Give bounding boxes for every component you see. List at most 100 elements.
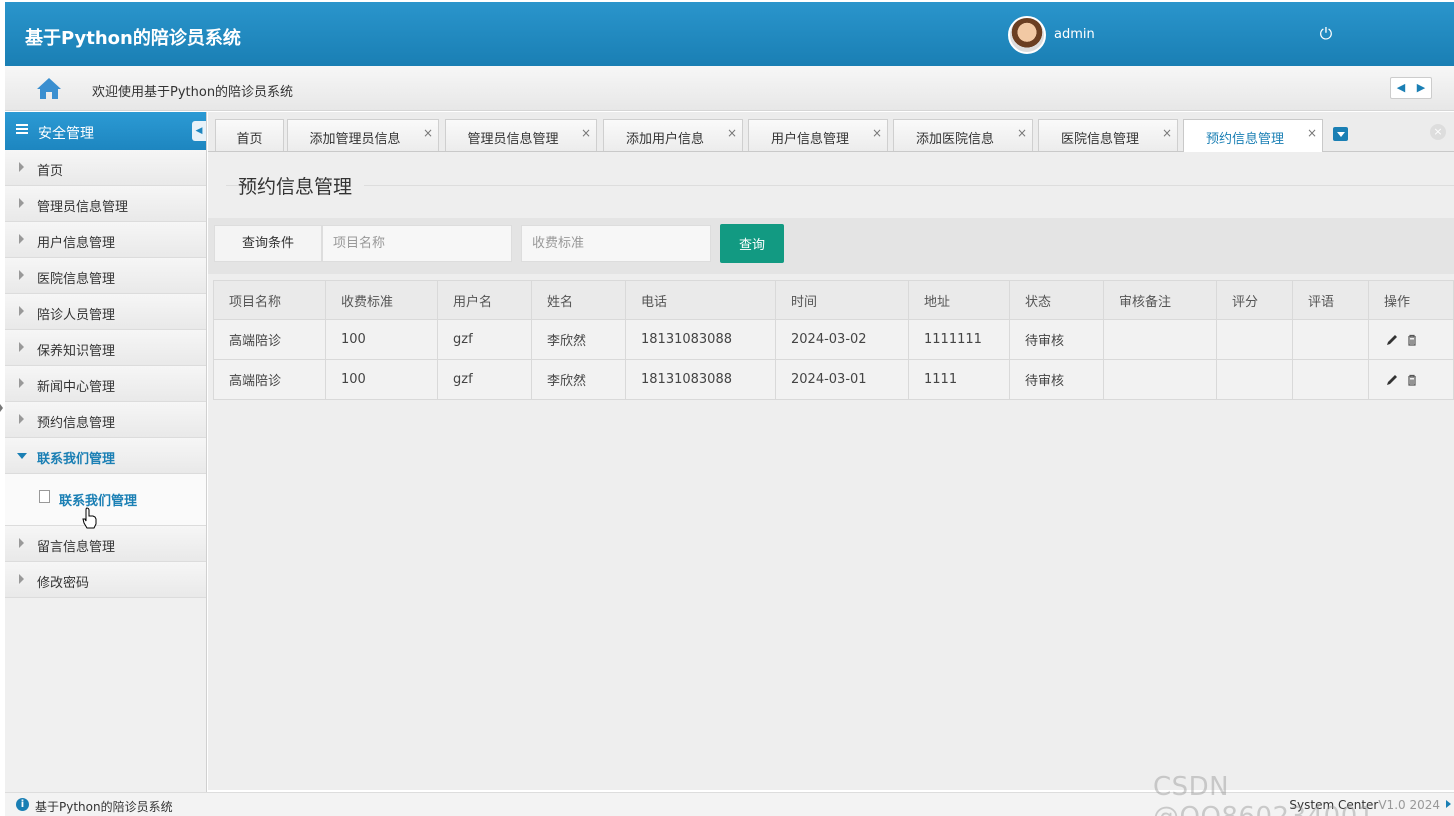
- close-icon[interactable]: ×: [872, 126, 882, 140]
- column-header[interactable]: 审核备注: [1103, 280, 1217, 320]
- tab-admin-manage[interactable]: 管理员信息管理 ×: [445, 119, 597, 151]
- sidebar-item-care-knowledge[interactable]: 保养知识管理: [5, 330, 206, 366]
- tab-dropdown-icon[interactable]: [1333, 127, 1348, 141]
- sidebar-item-label: 保养知识管理: [37, 344, 116, 359]
- list-icon: [16, 124, 28, 136]
- table-row[interactable]: 高端陪诊 100 gzf 李欣然 18131083088 2024-03-02 …: [213, 319, 1454, 360]
- sidebar-item-label: 用户信息管理: [37, 236, 116, 251]
- sidebar-item-password[interactable]: 修改密码: [5, 562, 206, 598]
- sidebar-subitem-contact[interactable]: 联系我们管理: [5, 474, 206, 526]
- table-cell: gzf: [437, 319, 532, 360]
- chevron-left-icon[interactable]: ◀: [1391, 78, 1411, 98]
- main-content: 预约信息管理 查询条件 查询 项目名称 收费标准 用户名 姓名 电话 时间 地址…: [208, 152, 1454, 790]
- sidebar-item-hospitals[interactable]: 医院信息管理: [5, 258, 206, 294]
- collapse-sidebar-icon[interactable]: ◀: [192, 121, 206, 141]
- close-icon[interactable]: ×: [1017, 126, 1027, 140]
- sidebar-item-appointments[interactable]: 预约信息管理: [5, 402, 206, 438]
- nav-arrows: ◀ ▶: [1390, 77, 1432, 99]
- table-cell: 待审核: [1009, 319, 1104, 360]
- table-cell: 李欣然: [531, 359, 626, 400]
- sidebar-item-label: 联系我们管理: [37, 452, 116, 467]
- table-cell: [1216, 359, 1293, 400]
- actions-cell: [1368, 319, 1454, 360]
- trash-icon[interactable]: [1405, 373, 1419, 387]
- tab-add-user[interactable]: 添加用户信息 ×: [603, 119, 743, 151]
- edit-icon[interactable]: [1385, 373, 1399, 387]
- caret-right-icon: [19, 342, 24, 352]
- edit-icon[interactable]: [1385, 333, 1399, 347]
- close-icon[interactable]: ×: [1307, 126, 1317, 140]
- column-header[interactable]: 项目名称: [213, 280, 326, 320]
- tab-user-manage[interactable]: 用户信息管理 ×: [748, 119, 888, 151]
- sidebar-item-label: 陪诊人员管理: [37, 308, 116, 323]
- column-header[interactable]: 评分: [1216, 280, 1293, 320]
- breadcrumb-bar: 欢迎使用基于Python的陪诊员系统 ◀ ▶: [5, 66, 1454, 111]
- column-header[interactable]: 电话: [625, 280, 776, 320]
- home-icon[interactable]: [36, 76, 62, 100]
- trash-icon[interactable]: [1405, 333, 1419, 347]
- table-cell: 18131083088: [625, 319, 776, 360]
- chevron-right-icon[interactable]: ▶: [1411, 78, 1431, 98]
- fee-standard-input[interactable]: [521, 225, 711, 262]
- sidebar-item-contact[interactable]: 联系我们管理: [5, 438, 206, 474]
- table-cell: 高端陪诊: [213, 359, 326, 400]
- edge-arrow-icon[interactable]: [0, 404, 3, 412]
- info-icon: i: [16, 798, 29, 811]
- sidebar-heading: 安全管理: [38, 126, 94, 142]
- tab-add-hospital[interactable]: 添加医院信息 ×: [893, 119, 1033, 151]
- power-icon[interactable]: ⏻: [1316, 24, 1336, 44]
- sidebar-item-label: 管理员信息管理: [37, 200, 129, 215]
- column-header[interactable]: 收费标准: [325, 280, 438, 320]
- sidebar-item-label: 首页: [37, 164, 64, 179]
- column-header[interactable]: 姓名: [531, 280, 626, 320]
- sidebar-item-users[interactable]: 用户信息管理: [5, 222, 206, 258]
- column-header[interactable]: 时间: [775, 280, 909, 320]
- tab-label: 管理员信息管理: [467, 132, 559, 147]
- tab-hospital-manage[interactable]: 医院信息管理 ×: [1038, 119, 1178, 151]
- query-button[interactable]: 查询: [720, 224, 784, 263]
- watermark: CSDN @QQ860234001: [1153, 772, 1374, 816]
- title-divider: [226, 185, 1454, 186]
- footer-text: 基于Python的陪诊员系统: [35, 800, 173, 814]
- tab-appointment-manage[interactable]: 预约信息管理 ×: [1183, 119, 1323, 152]
- tab-add-admin[interactable]: 添加管理员信息 ×: [287, 119, 439, 151]
- table-cell: 100: [325, 359, 438, 400]
- sidebar-header: 安全管理 ◀: [5, 112, 206, 150]
- table-cell: 2024-03-01: [775, 359, 909, 400]
- sidebar-item-news[interactable]: 新闻中心管理: [5, 366, 206, 402]
- table-cell: 2024-03-02: [775, 319, 909, 360]
- table-cell: [1292, 359, 1369, 400]
- caret-right-icon: [19, 306, 24, 316]
- tab-label: 医院信息管理: [1060, 132, 1139, 147]
- sidebar-item-label: 留言信息管理: [37, 540, 116, 555]
- table-cell: [1292, 319, 1369, 360]
- sidebar-item-escorts[interactable]: 陪诊人员管理: [5, 294, 206, 330]
- caret-right-icon: [19, 198, 24, 208]
- user-avatar[interactable]: [1008, 16, 1046, 54]
- close-all-tabs-icon[interactable]: ×: [1430, 124, 1446, 140]
- close-icon[interactable]: ×: [727, 126, 737, 140]
- tab-home[interactable]: 首页: [215, 119, 284, 151]
- close-icon[interactable]: ×: [423, 126, 433, 140]
- column-header[interactable]: 状态: [1009, 280, 1104, 320]
- table-cell: 1111111: [908, 319, 1010, 360]
- column-header: 操作: [1368, 280, 1454, 320]
- table-header-row: 项目名称 收费标准 用户名 姓名 电话 时间 地址 状态 审核备注 评分 评语 …: [213, 280, 1454, 320]
- search-bar: 查询条件 查询: [208, 218, 1454, 274]
- sidebar-item-admin[interactable]: 管理员信息管理: [5, 186, 206, 222]
- sidebar-item-messages[interactable]: 留言信息管理: [5, 526, 206, 562]
- column-header[interactable]: 用户名: [437, 280, 532, 320]
- page-title: 预约信息管理: [238, 172, 365, 199]
- close-icon[interactable]: ×: [1162, 126, 1172, 140]
- table-cell: gzf: [437, 359, 532, 400]
- column-header[interactable]: 地址: [908, 280, 1010, 320]
- sidebar: 安全管理 ◀ 首页 管理员信息管理 用户信息管理 医院信息管理 陪诊人员管理 保…: [5, 112, 207, 792]
- username-label[interactable]: admin: [1054, 27, 1095, 42]
- project-name-input[interactable]: [322, 225, 512, 262]
- close-icon[interactable]: ×: [581, 126, 591, 140]
- caret-right-icon: [19, 270, 24, 280]
- sidebar-item-home[interactable]: 首页: [5, 150, 206, 186]
- column-header[interactable]: 评语: [1292, 280, 1369, 320]
- table-row[interactable]: 高端陪诊 100 gzf 李欣然 18131083088 2024-03-01 …: [213, 359, 1454, 400]
- hand-cursor-icon: [82, 507, 97, 529]
